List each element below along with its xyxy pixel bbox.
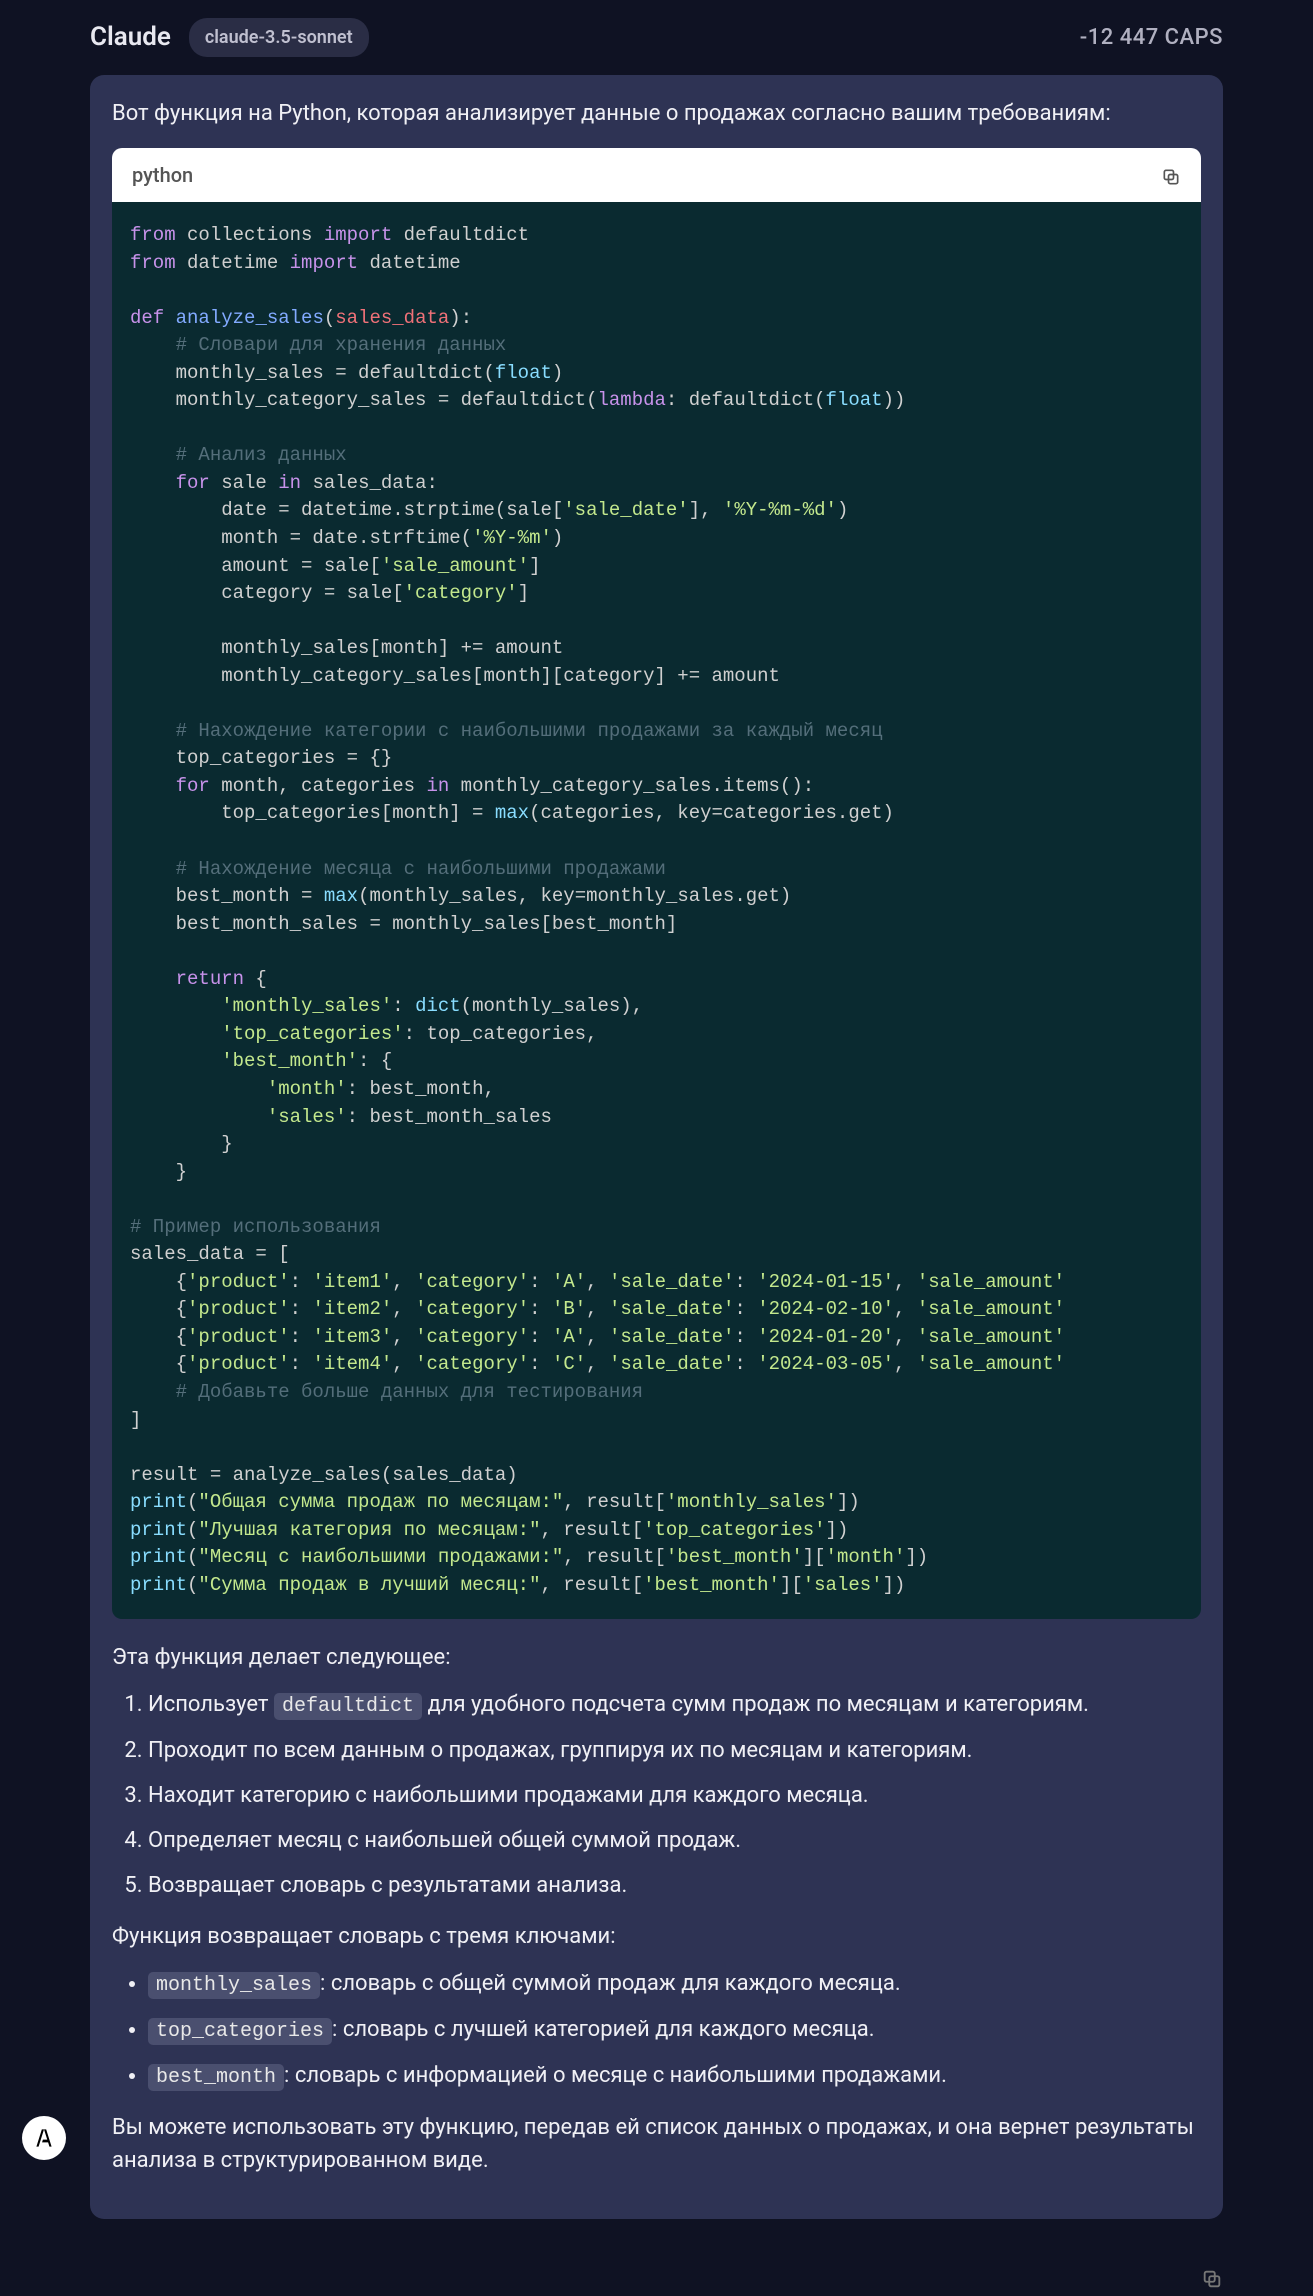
- assistant-title: Claude: [90, 18, 171, 57]
- step-item: Проходит по всем данным о продажах, груп…: [148, 1734, 1201, 1767]
- code-body: from collections import defaultdict from…: [112, 202, 1201, 1619]
- inline-code: top_categories: [148, 2018, 332, 2045]
- keys-list: monthly_sales: словарь с общей суммой пр…: [112, 1967, 1201, 2093]
- message-card: Вот функция на Python, которая анализиру…: [90, 75, 1223, 2219]
- step-item: Использует defaultdict для удобного подс…: [148, 1688, 1201, 1722]
- inline-code: best_month: [148, 2064, 284, 2091]
- anthropic-logo[interactable]: [22, 2116, 66, 2160]
- steps-list: Использует defaultdict для удобного подс…: [112, 1688, 1201, 1902]
- key-item: monthly_sales: словарь с общей суммой пр…: [148, 1967, 1201, 2001]
- code-language-label: python: [132, 160, 193, 190]
- code-block: python from collections import defaultdi…: [112, 148, 1201, 1619]
- outro-text: Вы можете использовать эту функцию, пере…: [112, 2111, 1201, 2177]
- key-item: best_month: словарь с информацией о меся…: [148, 2059, 1201, 2093]
- description-heading: Эта функция делает следующее:: [112, 1641, 1201, 1674]
- caps-counter: -12 447 CAPS: [1080, 21, 1223, 54]
- step-item: Определяет месяц с наибольшей общей сумм…: [148, 1824, 1201, 1857]
- model-badge[interactable]: claude-3.5-sonnet: [189, 18, 369, 57]
- footer-row: [0, 2249, 1313, 2289]
- code-content: from collections import defaultdict from…: [130, 222, 1183, 1599]
- copy-icon[interactable]: [1201, 2267, 1223, 2289]
- key-item: top_categories: словарь с лучшей категор…: [148, 2013, 1201, 2047]
- intro-text: Вот функция на Python, которая анализиру…: [112, 97, 1201, 130]
- copy-icon[interactable]: [1161, 165, 1181, 185]
- code-header: python: [112, 148, 1201, 202]
- header: Claude claude-3.5-sonnet -12 447 CAPS: [90, 0, 1223, 75]
- returns-heading: Функция возвращает словарь с тремя ключа…: [112, 1920, 1201, 1953]
- step-item: Находит категорию с наибольшими продажам…: [148, 1779, 1201, 1812]
- inline-code: monthly_sales: [148, 1972, 320, 1999]
- step-item: Возвращает словарь с результатами анализ…: [148, 1869, 1201, 1902]
- inline-code: defaultdict: [274, 1693, 422, 1720]
